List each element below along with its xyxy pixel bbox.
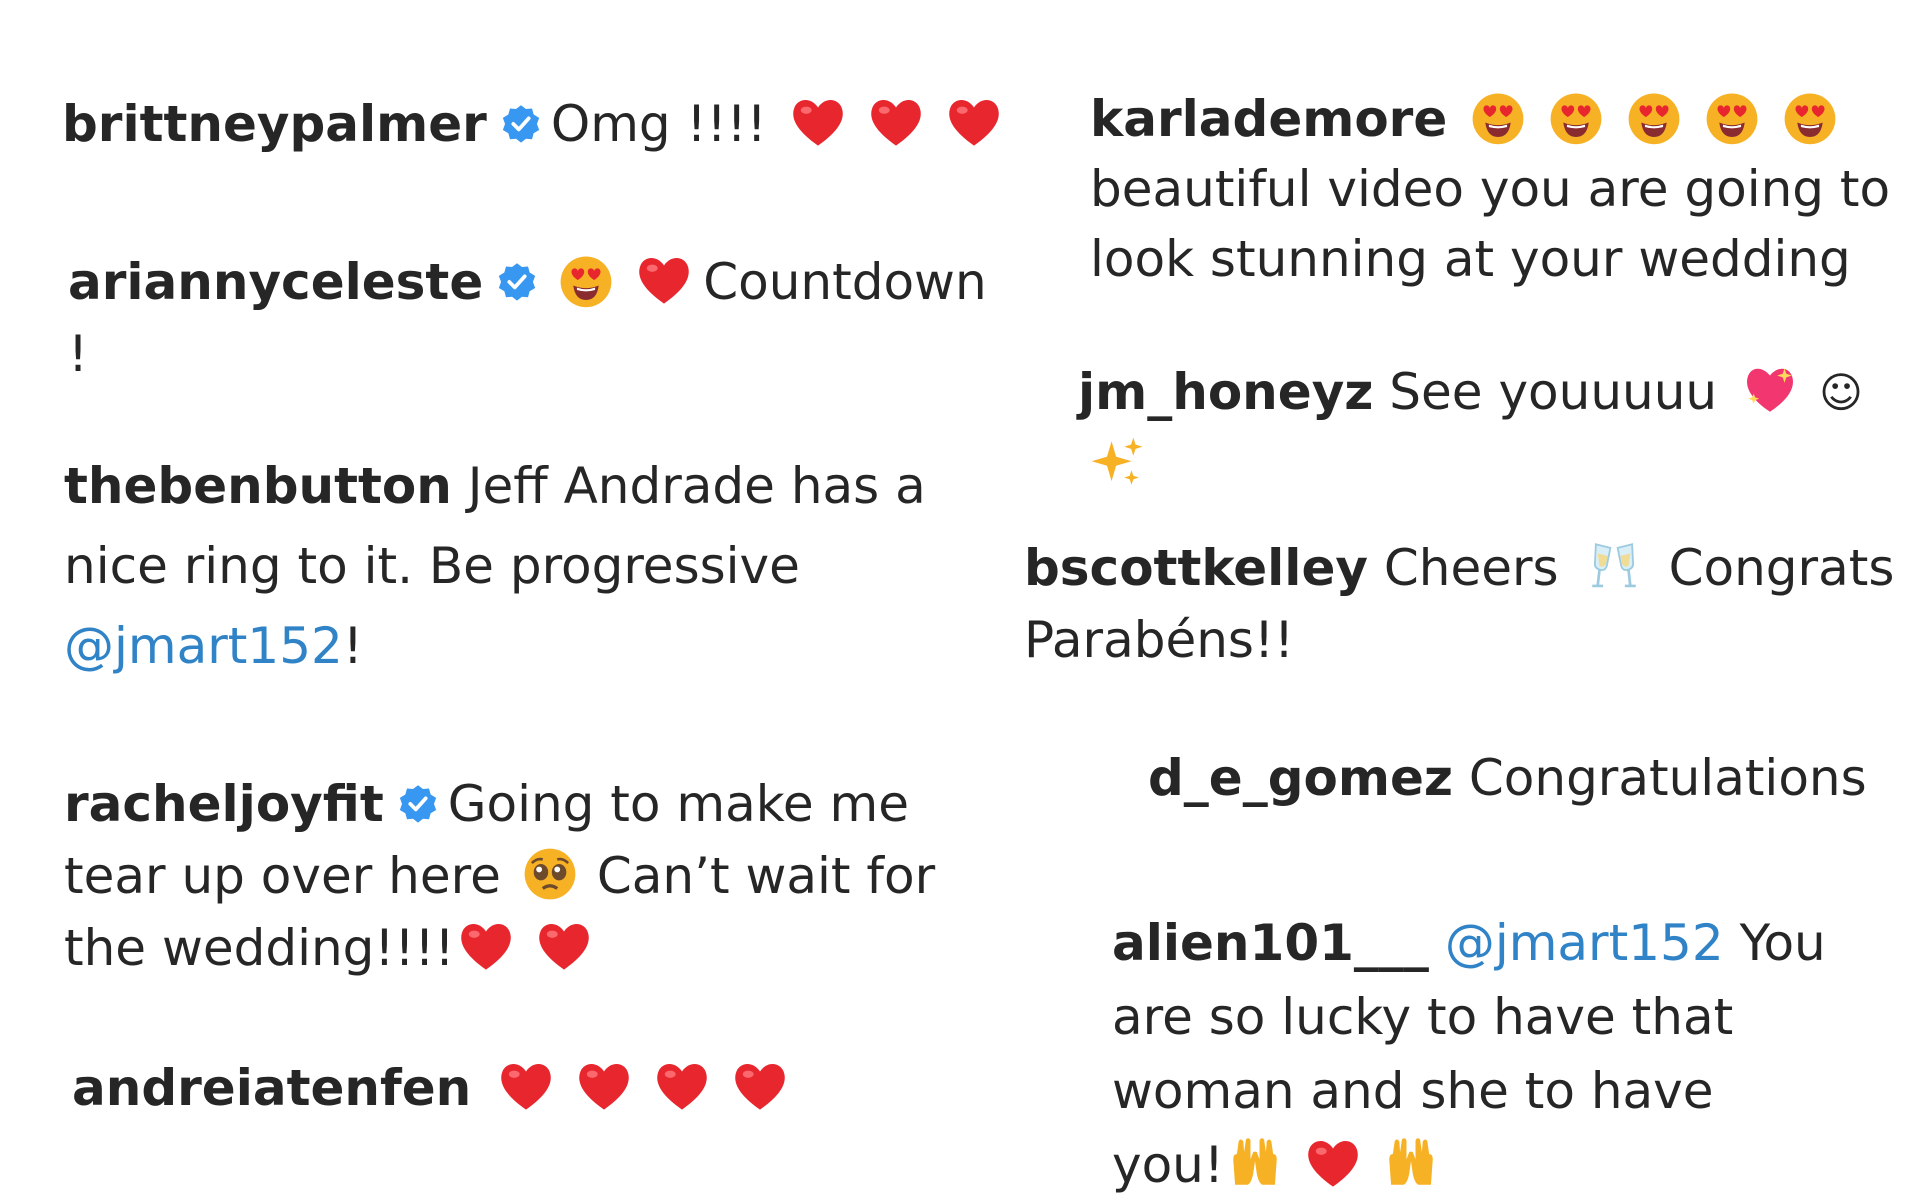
pleading-face-icon bbox=[521, 845, 579, 903]
comment-username[interactable]: andreiatenfen bbox=[72, 1059, 471, 1117]
comment-username[interactable]: alien101___ bbox=[1112, 914, 1429, 972]
red-heart-icon bbox=[867, 93, 925, 151]
comment-username[interactable]: thebenbutton bbox=[64, 457, 452, 515]
comment-username[interactable]: karlademore bbox=[1090, 90, 1447, 148]
mention-link[interactable]: @jmart152 bbox=[64, 617, 343, 675]
raising-hands-icon bbox=[1382, 1134, 1440, 1192]
comment-alien101___: alien101___ @jmart152 You are so lucky to… bbox=[1112, 906, 1912, 1202]
comment-text-line3: look stunning at your wedding bbox=[1090, 230, 1851, 288]
comment-username[interactable]: d_e_gomez bbox=[1148, 749, 1453, 807]
comment-karlademore: karlademore beautiful video you are going… bbox=[1090, 84, 1910, 294]
comment-text-line2b: Can’t wait for bbox=[596, 847, 936, 905]
comment-bscottkelley: bscottkelley Cheers Congrats Parabéns!! bbox=[1024, 532, 1904, 676]
red-heart-icon bbox=[1304, 1134, 1362, 1192]
heart-eyes-face-icon bbox=[1781, 88, 1839, 146]
comment-text-line2: are so lucky to have that bbox=[1112, 988, 1734, 1046]
comment-username[interactable]: racheljoyfit bbox=[64, 775, 384, 833]
comment-text-line4: you! bbox=[1112, 1136, 1224, 1194]
red-heart-icon bbox=[497, 1057, 555, 1115]
comment-text-line2: Parabéns!! bbox=[1024, 611, 1295, 669]
comment-brittneypalmer: brittneypalmer Omg !!!! bbox=[62, 88, 1013, 160]
heart-eyes-face-icon bbox=[1469, 88, 1527, 146]
clinking-glasses-icon bbox=[1585, 537, 1643, 595]
comment-text: You bbox=[1739, 914, 1826, 972]
heart-eyes-face-icon bbox=[1547, 88, 1605, 146]
comment-text-line3: the wedding!!!! bbox=[64, 919, 455, 977]
comment-text-after-emoji: Congrats bbox=[1668, 539, 1895, 597]
comment-username[interactable]: ariannyceleste bbox=[68, 253, 483, 311]
heart-eyes-face-icon bbox=[1625, 88, 1683, 146]
red-heart-icon bbox=[535, 917, 593, 975]
comment-text: Congratulations bbox=[1468, 749, 1867, 807]
sparkles-icon bbox=[1088, 434, 1146, 492]
mention-link[interactable]: @jmart152 bbox=[1445, 914, 1724, 972]
red-heart-icon bbox=[635, 251, 693, 309]
red-heart-icon bbox=[731, 1057, 789, 1115]
comment-d_e_gomez: d_e_gomez Congratulations bbox=[1148, 742, 1867, 814]
comment-text-line3: woman and she to have bbox=[1112, 1062, 1714, 1120]
comment-jm_honeyz: jm_honeyz See youuuuu ☺ bbox=[1078, 356, 1920, 501]
comment-username[interactable]: brittneypalmer bbox=[62, 95, 487, 153]
red-heart-icon bbox=[789, 93, 847, 151]
verified-badge-icon bbox=[396, 783, 440, 827]
comment-text-line2: beautiful video you are going to bbox=[1090, 160, 1891, 218]
comment-text-line2: ! bbox=[68, 325, 89, 383]
red-heart-icon bbox=[575, 1057, 633, 1115]
comment-text-after-mention: ! bbox=[342, 617, 363, 675]
comment-racheljoyfit: racheljoyfit Going to make me tear up over… bbox=[64, 768, 1024, 984]
comment-text-line2: nice ring to it. Be progressive bbox=[64, 537, 800, 595]
red-heart-icon bbox=[457, 917, 515, 975]
sparkling-heart-icon bbox=[1741, 361, 1799, 419]
comment-text-line2: tear up over here bbox=[64, 847, 501, 905]
smiling-face-icon: ☺ bbox=[1819, 368, 1863, 417]
heart-eyes-face-icon bbox=[557, 251, 615, 309]
verified-badge-icon bbox=[499, 103, 543, 147]
verified-badge-icon bbox=[495, 261, 539, 305]
red-heart-icon bbox=[945, 93, 1003, 151]
raising-hands-icon bbox=[1226, 1134, 1284, 1192]
comment-text: Omg !!!! bbox=[550, 95, 767, 153]
comment-username[interactable]: jm_honeyz bbox=[1078, 363, 1373, 421]
comment-andreiatenfen: andreiatenfen bbox=[72, 1052, 799, 1124]
heart-eyes-face-icon bbox=[1703, 88, 1761, 146]
red-heart-icon bbox=[653, 1057, 711, 1115]
comment-text: See youuuuu bbox=[1389, 363, 1718, 421]
comment-text: Jeff Andrade has a bbox=[467, 457, 926, 515]
comment-thebenbutton: thebenbutton Jeff Andrade has a nice ring… bbox=[64, 446, 1024, 686]
comment-text: Going to make me bbox=[447, 775, 910, 833]
comment-ariannyceleste: ariannyceleste Countdown! bbox=[68, 246, 1008, 390]
comment-username[interactable]: bscottkelley bbox=[1024, 539, 1368, 597]
comment-text: Cheers bbox=[1383, 539, 1559, 597]
comment-text: Countdown bbox=[703, 253, 987, 311]
